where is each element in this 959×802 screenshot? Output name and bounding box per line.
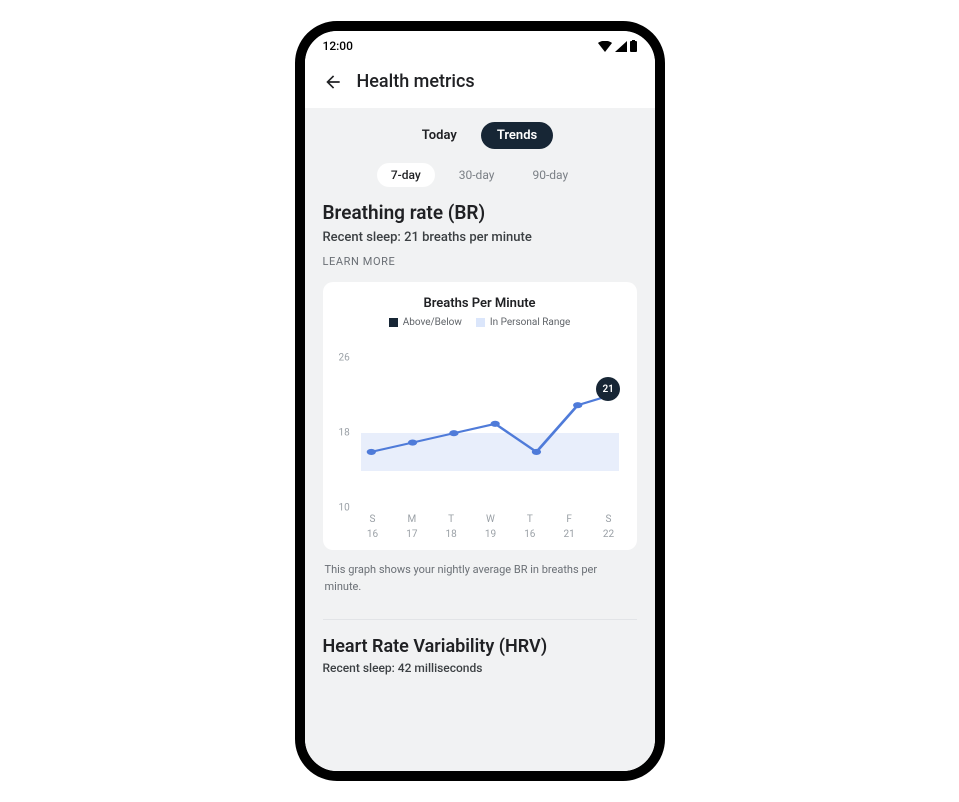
section-divider: [323, 619, 637, 620]
learn-more-link[interactable]: LEARN MORE: [323, 255, 637, 268]
status-bar: 12:00: [305, 31, 655, 57]
ytick-18: 18: [339, 428, 350, 439]
xaxis-col-6: S22: [596, 514, 620, 540]
range-30-day[interactable]: 30-day: [445, 163, 509, 187]
back-button[interactable]: [323, 72, 343, 92]
status-icons: [598, 40, 637, 52]
phone-frame: 12:00 Health metrics Today Trends 7-day …: [295, 21, 665, 781]
ytick-26: 26: [339, 353, 350, 364]
chart-points: [361, 338, 619, 508]
chart-x-axis: S16 M17 T18 W19 T16 F21 S22: [337, 508, 623, 540]
legend-in-range-label: In Personal Range: [490, 317, 570, 328]
swatch-dark-icon: [389, 318, 398, 327]
range-90-day[interactable]: 90-day: [518, 163, 582, 187]
range-7-day[interactable]: 7-day: [377, 163, 435, 187]
arrow-left-icon: [323, 72, 343, 92]
app-header: Health metrics: [305, 57, 655, 108]
swatch-light-icon: [476, 318, 485, 327]
legend-above-below-label: Above/Below: [403, 317, 462, 328]
chart-caption: This graph shows your nightly average BR…: [323, 560, 637, 613]
battery-icon: [630, 40, 637, 52]
breathing-rate-title: Breathing rate (BR): [323, 201, 637, 224]
screen: 12:00 Health metrics Today Trends 7-day …: [305, 31, 655, 771]
xaxis-col-5: F21: [557, 514, 581, 540]
xaxis-col-3: W19: [478, 514, 502, 540]
content-scroll[interactable]: Today Trends 7-day 30-day 90-day Breathi…: [305, 108, 655, 771]
page-title: Health metrics: [357, 71, 475, 92]
ytick-10: 10: [339, 503, 350, 514]
xaxis-col-0: S16: [361, 514, 385, 540]
chart-plot: 21: [361, 338, 619, 508]
chart-highlight-value: 21: [602, 384, 613, 395]
tab-today[interactable]: Today: [406, 122, 473, 149]
wifi-icon: [598, 41, 612, 52]
legend-in-range: In Personal Range: [476, 317, 570, 328]
xaxis-col-4: T16: [518, 514, 542, 540]
chart-title: Breaths Per Minute: [337, 296, 623, 311]
breathing-rate-chart-card: Breaths Per Minute Above/Below In Person…: [323, 282, 637, 550]
hrv-title: Heart Rate Variability (HRV): [323, 636, 637, 657]
signal-icon: [615, 41, 627, 52]
chart-area: 26 18 10: [337, 338, 623, 508]
range-selector: 7-day 30-day 90-day: [305, 159, 655, 201]
xaxis-col-1: M17: [400, 514, 424, 540]
hrv-subtitle: Recent sleep: 42 milliseconds: [323, 661, 637, 675]
legend-above-below: Above/Below: [389, 317, 462, 328]
status-time: 12:00: [323, 39, 353, 53]
tab-switch: Today Trends: [305, 108, 655, 159]
breathing-rate-subtitle: Recent sleep: 21 breaths per minute: [323, 230, 637, 245]
tab-trends[interactable]: Trends: [481, 122, 553, 149]
chart-highlight-marker: 21: [596, 377, 620, 401]
chart-legend: Above/Below In Personal Range: [337, 317, 623, 328]
xaxis-col-2: T18: [439, 514, 463, 540]
breathing-rate-section: Breathing rate (BR) Recent sleep: 21 bre…: [305, 201, 655, 675]
